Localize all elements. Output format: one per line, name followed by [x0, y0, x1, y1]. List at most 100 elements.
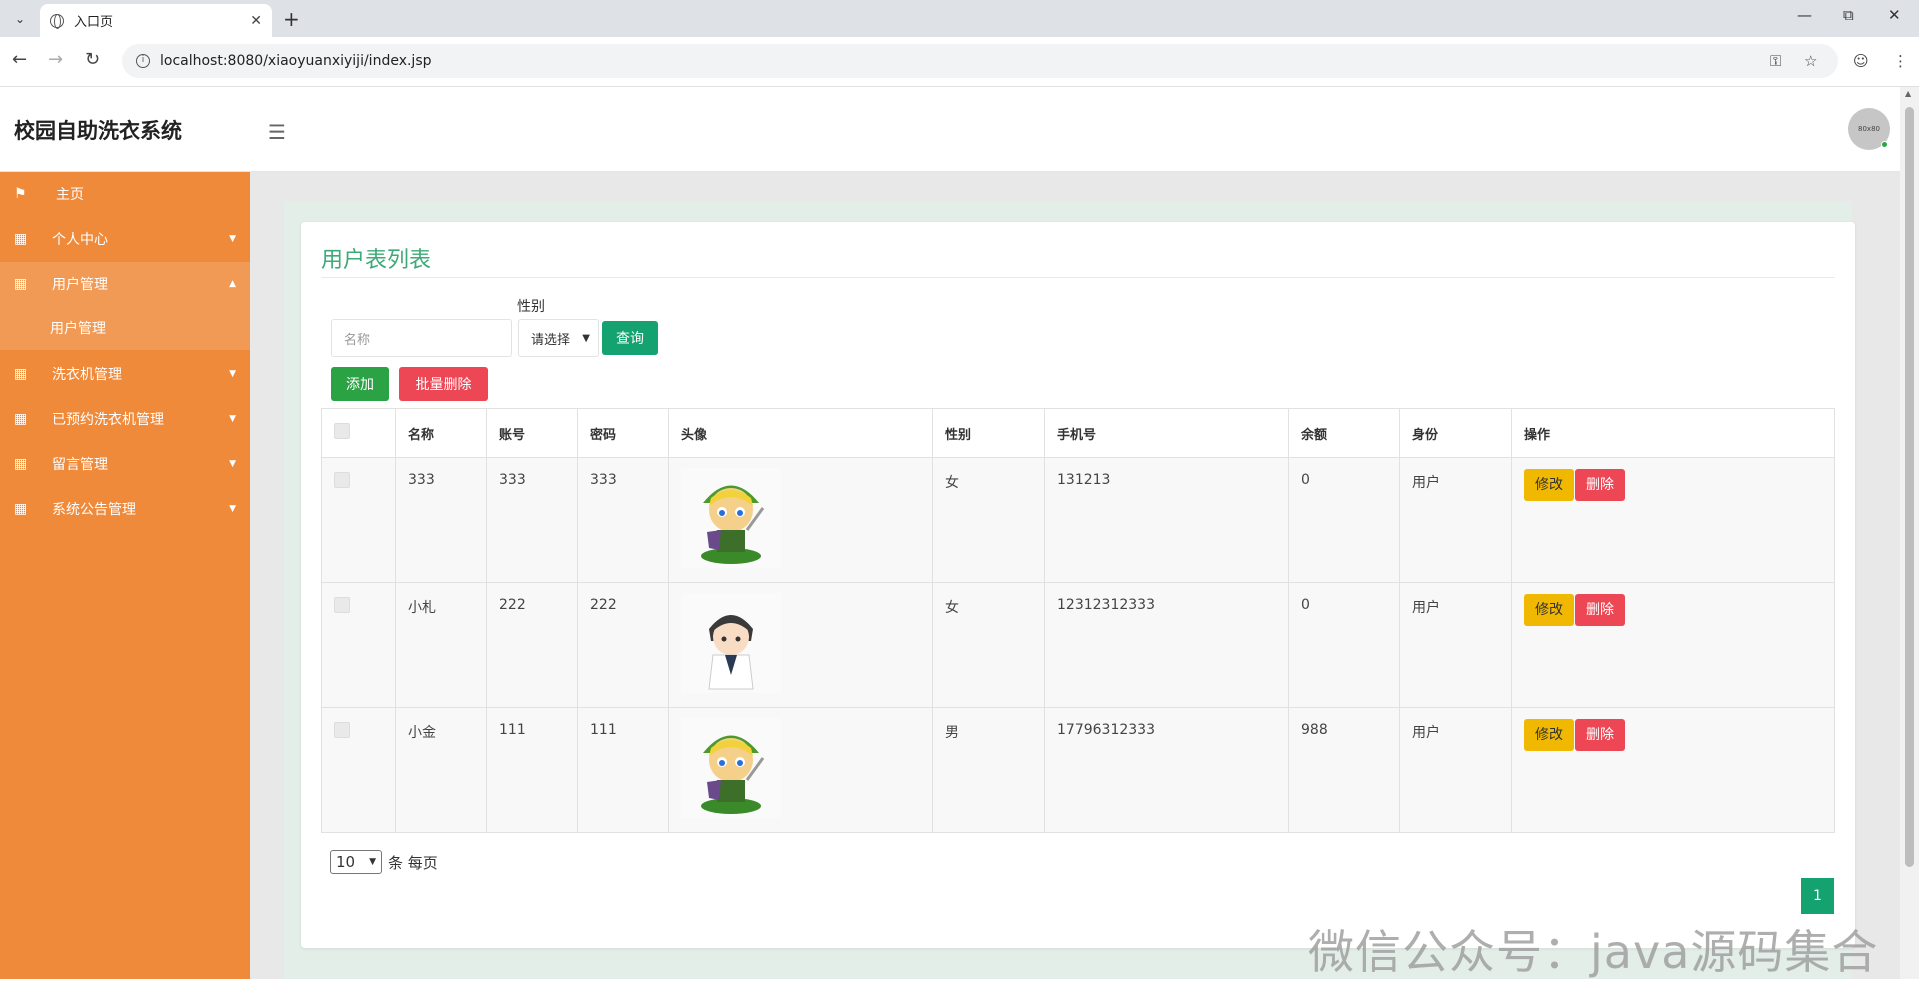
sidebar-item-label: 主页 — [56, 187, 84, 203]
scroll-up-arrow-icon[interactable]: ▲ — [1905, 89, 1911, 98]
caret-down-icon: ▼ — [229, 414, 236, 424]
hamburger-menu-icon[interactable]: ☰ — [268, 120, 286, 144]
cell-name: 333 — [395, 457, 487, 583]
row-checkbox-cell — [321, 582, 396, 708]
sidebar-subitem-user-management[interactable]: 用户管理 — [0, 306, 250, 350]
profile-icon[interactable]: ☺ — [1853, 52, 1869, 70]
name-search-input[interactable]: 名称 — [331, 319, 512, 357]
browser-menu-icon[interactable]: ⋮ — [1893, 52, 1908, 70]
cell-role: 用户 — [1399, 582, 1512, 708]
sex-select[interactable]: 请选择 ▼ — [518, 319, 599, 357]
browser-tab[interactable]: 入口页 ✕ — [40, 4, 272, 37]
sidebar-item-personal-center[interactable]: ▦ 个人中心 ▼ — [0, 217, 250, 261]
cell-actions: 修改 删除 — [1511, 707, 1835, 833]
scroll-thumb[interactable] — [1905, 107, 1914, 867]
sex-select-value: 请选择 — [531, 332, 571, 348]
avatar[interactable]: 80x80 — [1848, 108, 1890, 150]
select-all-checkbox[interactable] — [334, 423, 350, 439]
address-bar: ← → ↻ i localhost:8080/xiaoyuanxiyiji/in… — [0, 37, 1919, 87]
caret-up-icon: ▲ — [229, 279, 236, 289]
column-header: 名称 — [395, 408, 487, 458]
flag-icon: ⚑ — [14, 186, 27, 202]
page-title: 用户表列表 — [321, 248, 432, 273]
sidebar-item-label: 已预约洗衣机管理 — [52, 412, 164, 428]
cell-account: 111 — [486, 707, 578, 833]
doctor-avatar-image — [681, 593, 781, 693]
minimize-button[interactable]: — — [1797, 6, 1812, 24]
cell-role: 用户 — [1399, 457, 1512, 583]
cell-balance: 0 — [1288, 582, 1400, 708]
column-header: 账号 — [486, 408, 578, 458]
page-size-control: 10 ▼ 条 每页 — [330, 850, 438, 874]
edit-button[interactable]: 修改 — [1524, 469, 1574, 501]
site-info-icon[interactable]: i — [136, 54, 150, 68]
close-window-button[interactable]: ✕ — [1888, 6, 1901, 24]
divider — [321, 277, 1835, 278]
per-page-label: 条 每页 — [388, 853, 438, 872]
cell-name: 小札 — [395, 582, 487, 708]
delete-button[interactable]: 删除 — [1575, 594, 1625, 626]
online-status-dot — [1881, 141, 1888, 148]
page-number-button[interactable]: 1 — [1801, 878, 1834, 914]
sidebar-item-label: 用户管理 — [52, 277, 108, 293]
chevron-down-icon: ▼ — [369, 857, 376, 867]
table-header-row: 名称 账号 密码 头像 性别 手机号 余额 身份 操作 — [321, 408, 1835, 458]
cell-role: 用户 — [1399, 707, 1512, 833]
cell-password: 333 — [577, 457, 669, 583]
bookmark-star-icon[interactable]: ☆ — [1804, 52, 1817, 70]
query-button[interactable]: 查询 — [602, 321, 658, 355]
new-tab-button[interactable]: + — [283, 7, 300, 31]
sex-filter-label: 性别 — [517, 299, 545, 315]
cell-account: 333 — [486, 457, 578, 583]
delete-button[interactable]: 删除 — [1575, 719, 1625, 751]
row-checkbox[interactable] — [334, 722, 350, 738]
avatar-text: 80x80 — [1858, 125, 1880, 133]
column-header: 手机号 — [1044, 408, 1289, 458]
restore-button[interactable]: ⧉ — [1843, 6, 1854, 24]
app-header: 校园自助洗衣系统 ☰ 80x80 — [0, 87, 1900, 172]
table-row: 小札 222 222 女 12312312333 0 用户 修改 删除 — [321, 582, 1835, 708]
caret-down-icon: ▼ — [229, 504, 236, 514]
elf-avatar-image — [681, 468, 781, 568]
url-field[interactable]: i localhost:8080/xiaoyuanxiyiji/index.js… — [122, 44, 1838, 78]
cell-actions: 修改 删除 — [1511, 582, 1835, 708]
batch-delete-button[interactable]: 批量删除 — [399, 367, 488, 401]
page-size-select[interactable]: 10 ▼ — [330, 850, 382, 874]
row-checkbox[interactable] — [334, 472, 350, 488]
row-checkbox[interactable] — [334, 597, 350, 613]
row-checkbox-cell — [321, 707, 396, 833]
key-icon[interactable]: ⚿ — [1770, 52, 1781, 70]
edit-button[interactable]: 修改 — [1524, 719, 1574, 751]
sidebar-item-message-management[interactable]: ▦ 留言管理 ▼ — [0, 442, 250, 486]
sidebar-item-washer-management[interactable]: ▦ 洗衣机管理 ▼ — [0, 352, 250, 396]
sidebar-item-announcement-management[interactable]: ▦ 系统公告管理 ▼ — [0, 487, 250, 531]
table-row: 小金 111 111 男 17796312333 988 用户 修改 删除 — [321, 707, 1835, 833]
delete-button[interactable]: 删除 — [1575, 469, 1625, 501]
select-all-cell — [321, 408, 396, 458]
app-title: 校园自助洗衣系统 — [14, 119, 182, 143]
sidebar-item-reserved-washer[interactable]: ▦ 已预约洗衣机管理 ▼ — [0, 397, 250, 441]
sidebar: ⚑ 主页 ▦ 个人中心 ▼ ▦ 用户管理 ▲ 用户管理 ▦ 洗衣机管理 ▼ ▦ … — [0, 172, 250, 979]
forward-icon[interactable]: → — [48, 49, 63, 70]
cell-avatar — [668, 582, 933, 708]
tab-search-button[interactable]: ⌄ — [6, 6, 34, 32]
cell-phone: 12312312333 — [1044, 582, 1289, 708]
add-button[interactable]: 添加 — [331, 367, 389, 401]
cell-phone: 131213 — [1044, 457, 1289, 583]
edit-button[interactable]: 修改 — [1524, 594, 1574, 626]
sidebar-item-user-management[interactable]: ▦ 用户管理 ▲ — [0, 262, 250, 306]
cell-sex: 女 — [932, 582, 1045, 708]
cell-actions: 修改 删除 — [1511, 457, 1835, 583]
page-scrollbar[interactable]: ▲ — [1900, 87, 1919, 979]
column-header: 身份 — [1399, 408, 1512, 458]
sidebar-item-label: 留言管理 — [52, 457, 108, 473]
column-header: 余额 — [1288, 408, 1400, 458]
browser-tab-bar: ⌄ 入口页 ✕ + — ⧉ ✕ — [0, 0, 1919, 37]
cell-balance: 988 — [1288, 707, 1400, 833]
close-tab-icon[interactable]: ✕ — [250, 13, 262, 29]
back-icon[interactable]: ← — [12, 49, 27, 70]
caret-down-icon: ▼ — [229, 369, 236, 379]
reload-icon[interactable]: ↻ — [85, 49, 100, 70]
sidebar-item-home[interactable]: ⚑ 主页 — [0, 172, 250, 216]
cell-avatar — [668, 707, 933, 833]
